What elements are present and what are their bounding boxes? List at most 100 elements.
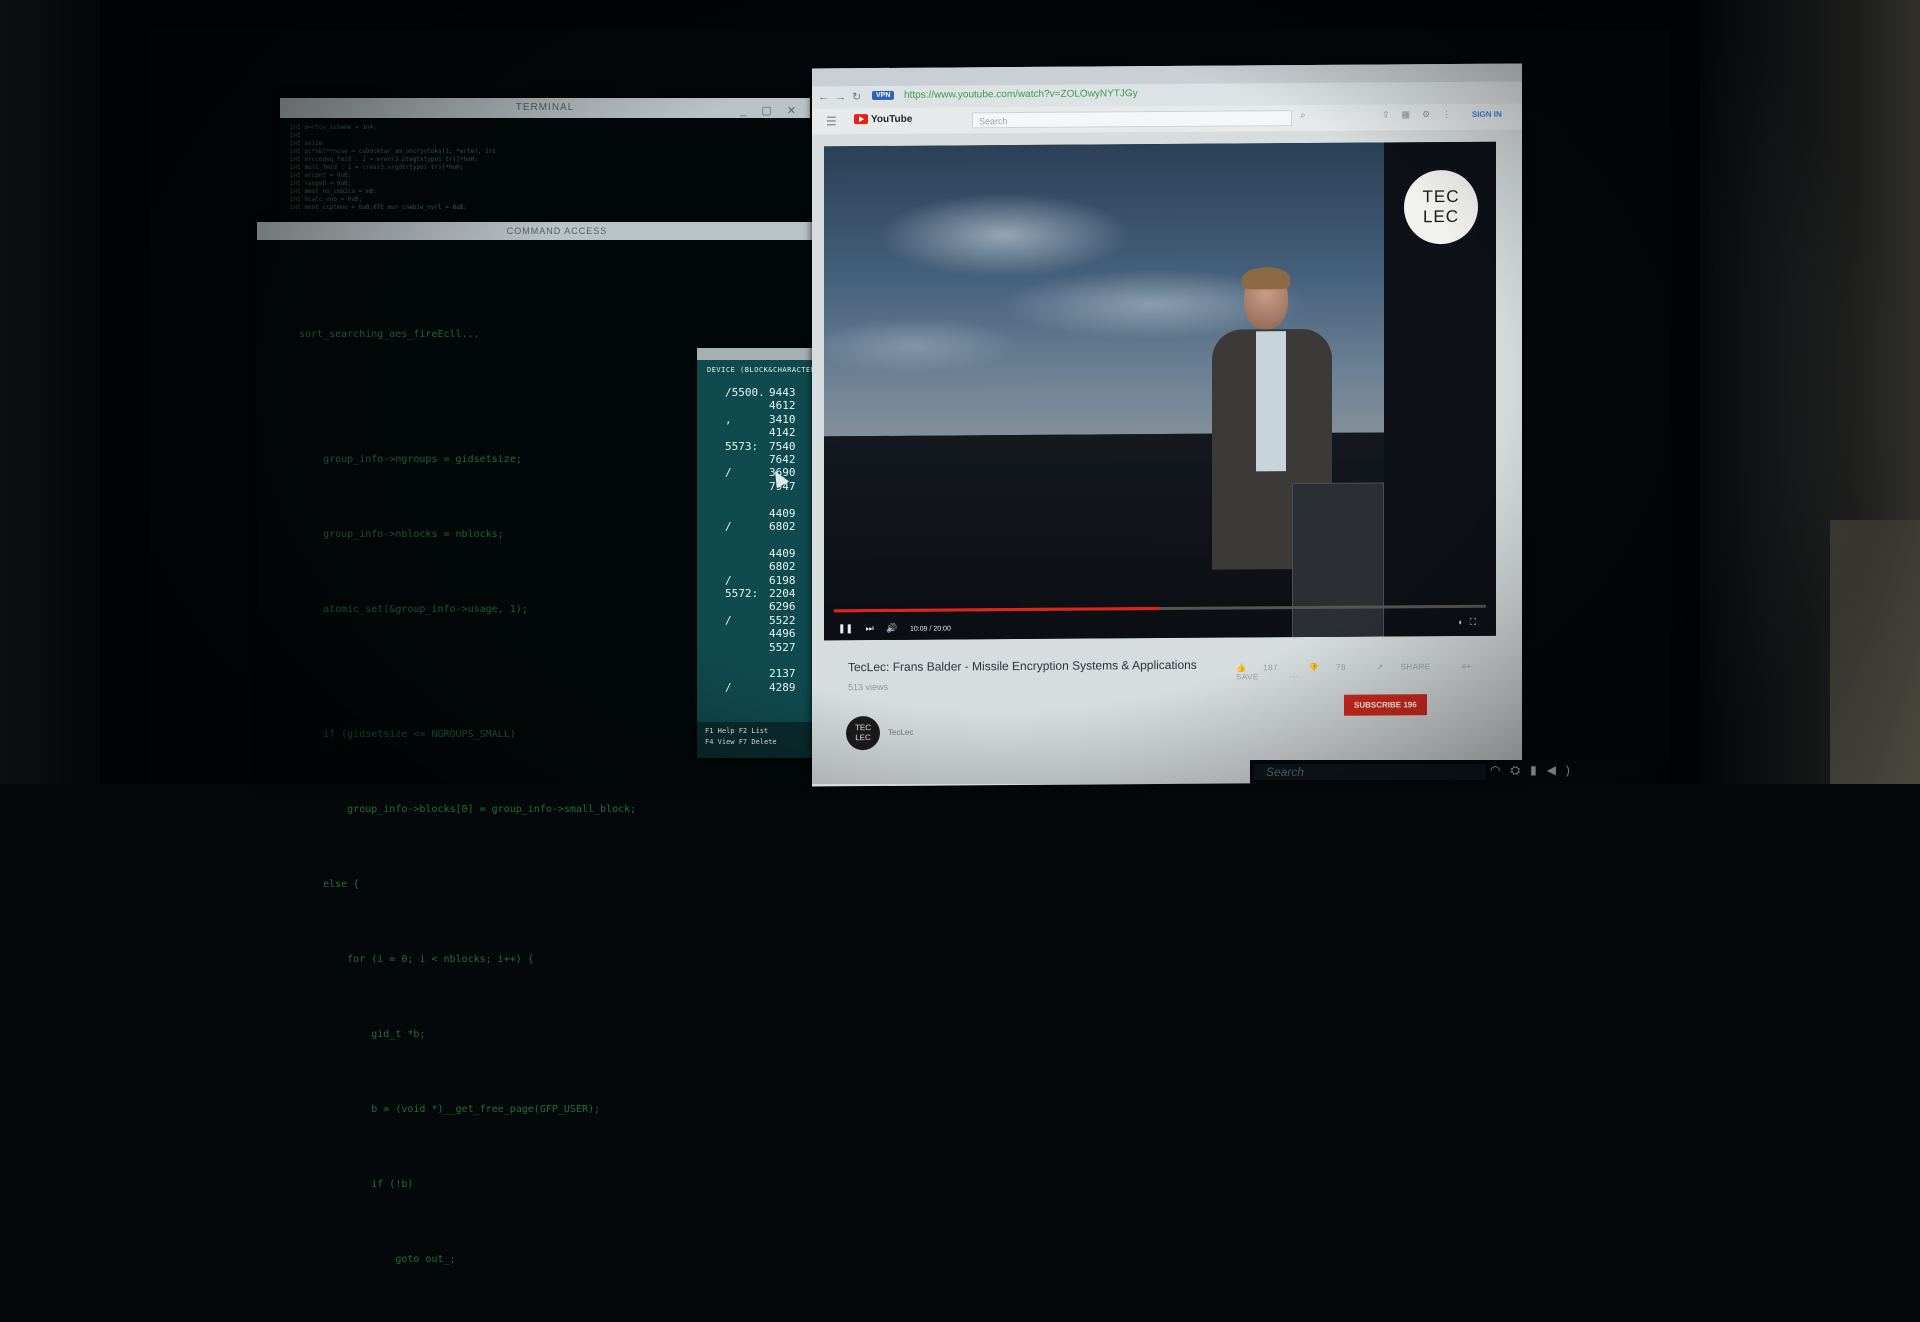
terminal-line: int mult_fmid : 1 = cres(3.srgdtrtypoi t… — [290, 164, 464, 171]
view-count: 513 views — [848, 681, 889, 693]
terminal-line: int pc*nbl**nuse = csDocktar_am_oncryvto… — [290, 148, 496, 155]
channel-avatar[interactable]: TEC LEC — [846, 716, 880, 751]
share-label: SHARE — [1400, 662, 1431, 672]
video-player[interactable]: TEC LEC ❚❚ ⏭ 🔊 10:09 / 20:00 ◐⛶ — [824, 141, 1496, 641]
terminal-line: int mnot_ccptmno = 8uB,8TE mur_cnebie_nv… — [290, 204, 468, 211]
speaker-icon[interactable]: ◀) — [1547, 763, 1580, 777]
share-icon: ↗ — [1376, 662, 1384, 672]
device-cell-num: 4496 — [769, 627, 796, 641]
pause-icon[interactable]: ❚❚ — [838, 623, 853, 633]
next-icon[interactable]: ⏭ — [866, 623, 874, 633]
upload-icon[interactable]: ⇧ — [1382, 109, 1402, 119]
video-title: TecLec: Frans Balder - Missile Encryptio… — [848, 657, 1197, 675]
youtube-logo-text: YouTube — [871, 113, 913, 126]
wifi-icon[interactable]: ◠ — [1490, 763, 1510, 777]
window-controls[interactable]: _ ▢ ✕ — [740, 101, 802, 121]
logo-line: LEC — [1422, 206, 1460, 227]
like-count: 187 — [1263, 663, 1279, 673]
like-button[interactable]: 👍 187 — [1236, 663, 1292, 672]
video-time: 10:09 / 20:00 — [909, 625, 951, 633]
subscribe-button[interactable]: SUBSCRIBE 196 — [1344, 694, 1427, 716]
code-line: for (i = 0; i < nblocks; i++) { — [299, 954, 534, 965]
device-cell-num: 2137 — [769, 667, 796, 681]
hamburger-menu-icon[interactable]: ☰ — [826, 114, 837, 128]
channel-name[interactable]: TecLec — [888, 728, 913, 737]
apps-icon[interactable]: ▦ — [1402, 109, 1423, 119]
vpn-badge[interactable]: VPN — [872, 90, 895, 101]
reload-icon[interactable]: ↻ — [852, 91, 867, 103]
code-line: if (!b) — [299, 1179, 414, 1190]
settings-icon[interactable]: ⚙ — [1422, 109, 1442, 119]
device-cell-num: 5527 — [769, 640, 796, 654]
youtube-logo[interactable]: YouTube — [854, 114, 912, 125]
code-line: goto out_; — [299, 1254, 456, 1265]
fullscreen-icon[interactable]: ⛶ — [1470, 617, 1482, 627]
device-cell-num: 7540 — [769, 439, 796, 453]
volume-icon[interactable]: 🔊 — [886, 623, 897, 633]
more-icon[interactable]: ⋮ — [1442, 109, 1463, 119]
browser-window[interactable]: ←→↻ VPN https://www.youtube.com/watch?v=… — [812, 63, 1522, 787]
terminal-output: int m=rtcv_scheme = 1n4; int int asize i… — [280, 118, 810, 218]
more-actions-icon[interactable]: ··· — [1289, 672, 1299, 681]
device-cell-label: / — [725, 520, 732, 533]
code-line: sort_searching_aes_fireEcll... — [299, 329, 480, 340]
terminal-line: int m=rtcv_scheme = 1n4; — [290, 124, 377, 131]
search-input[interactable]: Search — [972, 110, 1292, 129]
device-cell-num: 7642 — [769, 453, 796, 466]
dislike-button[interactable]: 👎 78 — [1309, 663, 1360, 672]
sign-in-button[interactable]: SIGN IN — [1472, 110, 1502, 119]
save-label: SAVE — [1236, 672, 1259, 682]
code-line: gid_t *b; — [299, 1029, 426, 1040]
terminal-line: int asize — [290, 140, 323, 147]
podium — [1292, 482, 1384, 640]
autoplay-toggle-icon[interactable]: ◐ — [1458, 617, 1469, 627]
video-controls-right: ◐⛶ — [1458, 617, 1482, 628]
speaker-shirt — [1256, 331, 1286, 472]
device-cell-num: 6802 — [769, 520, 796, 533]
device-cell-num: 4142 — [769, 426, 796, 440]
device-cell-num: 3410 — [769, 412, 796, 426]
device-cell-num: 2204 — [769, 587, 796, 600]
terminal-line: int hcalc_nno = 0uB; — [290, 196, 363, 203]
command-titlebar[interactable]: COMMAND ACCESS — [257, 222, 857, 240]
avatar-line: LEC — [855, 733, 871, 743]
device-cell-num: 6296 — [769, 600, 796, 614]
device-cell-label: / — [725, 573, 732, 587]
thumbs-up-icon: 👍 — [1236, 663, 1247, 673]
device-cell-num: 6198 — [769, 573, 796, 587]
forward-icon[interactable]: → — [835, 91, 852, 103]
taskbar-search-input[interactable]: Search — [1254, 764, 1486, 780]
system-tray: ◠⛭▮◀) — [1490, 763, 1580, 778]
subscriber-count: 196 — [1403, 700, 1417, 710]
back-icon[interactable]: ← — [818, 91, 835, 103]
network-icon[interactable]: ⛭ — [1510, 763, 1530, 777]
terminal-titlebar[interactable]: TERMINAL _ ▢ ✕ — [280, 98, 810, 118]
terminal-line: int mmst_no_cmb2ca = mB; — [290, 188, 377, 195]
device-cell-num: 4612 — [769, 399, 796, 413]
nav-buttons[interactable]: ←→↻ — [818, 90, 867, 103]
terminal-title: TERMINAL — [515, 102, 575, 113]
dislike-count: 78 — [1336, 662, 1346, 672]
device-cell-label: 5573: — [725, 439, 759, 453]
terminal-line: int — [290, 132, 301, 139]
terminal-window[interactable]: TERMINAL _ ▢ ✕ int m=rtcv_scheme = 1n4; … — [280, 98, 810, 238]
youtube-play-icon — [854, 114, 868, 125]
header-icons[interactable]: ⇧▦⚙⋮ — [1382, 109, 1463, 121]
search-icon[interactable]: ⌕ — [1300, 110, 1306, 121]
save-icon: ≡+ — [1461, 661, 1472, 671]
device-cell-label: 5572: — [725, 587, 759, 600]
device-cell-num: 9443 — [769, 386, 796, 399]
device-cell-num: 4409 — [769, 506, 796, 520]
code-line: group_info->blocks[0] = group_info->smal… — [299, 804, 637, 815]
url-text[interactable]: https://www.youtube.com/watch?v=ZOLOwyNY… — [904, 88, 1138, 101]
speaker-hair — [1242, 267, 1290, 290]
code-line: else { — [299, 879, 360, 890]
device-cell-num: 4289 — [769, 680, 796, 694]
battery-icon[interactable]: ▮ — [1530, 763, 1547, 777]
device-cell-num: 5522 — [769, 613, 796, 627]
device-cell-label: / — [725, 466, 732, 480]
terminal-line: int orccodeq_fmid : 1 = eren(3.ptegtxtyp… — [290, 156, 478, 163]
share-button[interactable]: ↗ SHARE — [1377, 662, 1445, 671]
video-controls: ❚❚ ⏭ 🔊 10:09 / 20:00 — [838, 622, 961, 634]
avatar-line: TEC — [855, 723, 871, 733]
